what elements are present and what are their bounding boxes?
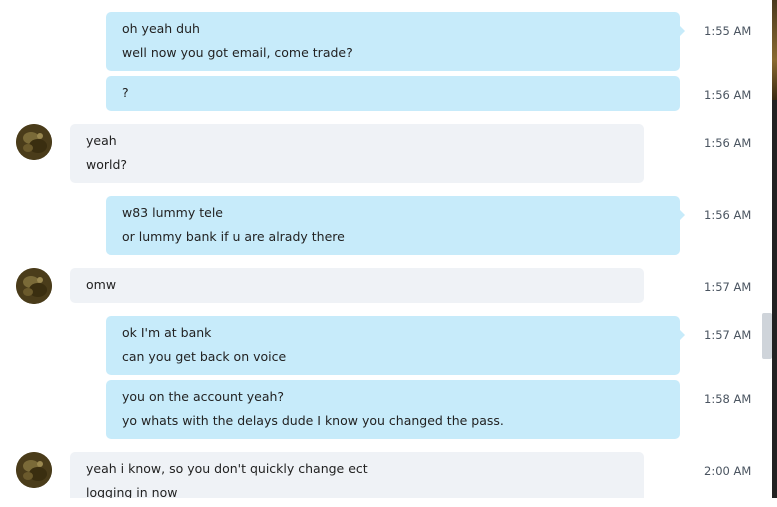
scrollbar-track[interactable] — [762, 0, 772, 507]
message-line: you on the account yeah? — [122, 389, 285, 404]
message-line: yo whats with the delays dude I know you… — [122, 413, 504, 428]
message-line: can you get back on voice — [122, 349, 287, 364]
message-line: yeah i know, so you don't quickly change… — [86, 461, 368, 476]
message-timestamp: 1:57 AM — [704, 280, 752, 294]
contact-avatar[interactable] — [16, 124, 52, 160]
message-timestamp: 1:58 AM — [704, 392, 752, 406]
contact-avatar[interactable] — [16, 452, 52, 488]
avatar-image-icon — [16, 124, 52, 160]
message-line: omw — [86, 277, 117, 292]
message-line: ? — [122, 85, 129, 100]
message-timestamp: 1:56 AM — [704, 208, 752, 222]
contact-avatar[interactable] — [16, 268, 52, 304]
message-line: yeah — [86, 133, 117, 148]
message-timestamp: 1:57 AM — [704, 328, 752, 342]
incoming-message[interactable]: yeah world? — [70, 124, 644, 183]
outgoing-message[interactable]: ? — [106, 76, 680, 111]
outgoing-message[interactable]: you on the account yeah? yo whats with t… — [106, 380, 680, 439]
message-line: ok I'm at bank — [122, 325, 212, 340]
outgoing-message[interactable]: oh yeah duh well now you got email, come… — [106, 12, 685, 71]
message-line: w83 lummy tele — [122, 205, 223, 220]
background-image-edge — [772, 0, 777, 100]
avatar-image-icon — [16, 268, 52, 304]
bubble-tail — [680, 330, 685, 340]
message-line: or lummy bank if u are alrady there — [122, 229, 345, 244]
outgoing-message[interactable]: ok I'm at bank can you get back on voice — [106, 316, 685, 375]
bubble-tail — [680, 210, 685, 220]
scrollbar-thumb[interactable] — [762, 313, 772, 359]
message-timestamp: 1:56 AM — [704, 136, 752, 150]
chat-conversation[interactable]: oh yeah duh well now you got email, come… — [0, 0, 777, 507]
viewport-bottom-edge — [0, 498, 777, 507]
bubble-tail — [680, 26, 685, 36]
outgoing-message[interactable]: w83 lummy tele or lummy bank if u are al… — [106, 196, 685, 255]
message-line: oh yeah duh — [122, 21, 200, 36]
message-line: well now you got email, come trade? — [122, 45, 353, 60]
message-timestamp: 2:00 AM — [704, 464, 752, 478]
avatar-image-icon — [16, 452, 52, 488]
message-timestamp: 1:56 AM — [704, 88, 752, 102]
message-line: world? — [86, 157, 128, 172]
message-timestamp: 1:55 AM — [704, 24, 752, 38]
incoming-message[interactable]: omw — [70, 268, 644, 303]
